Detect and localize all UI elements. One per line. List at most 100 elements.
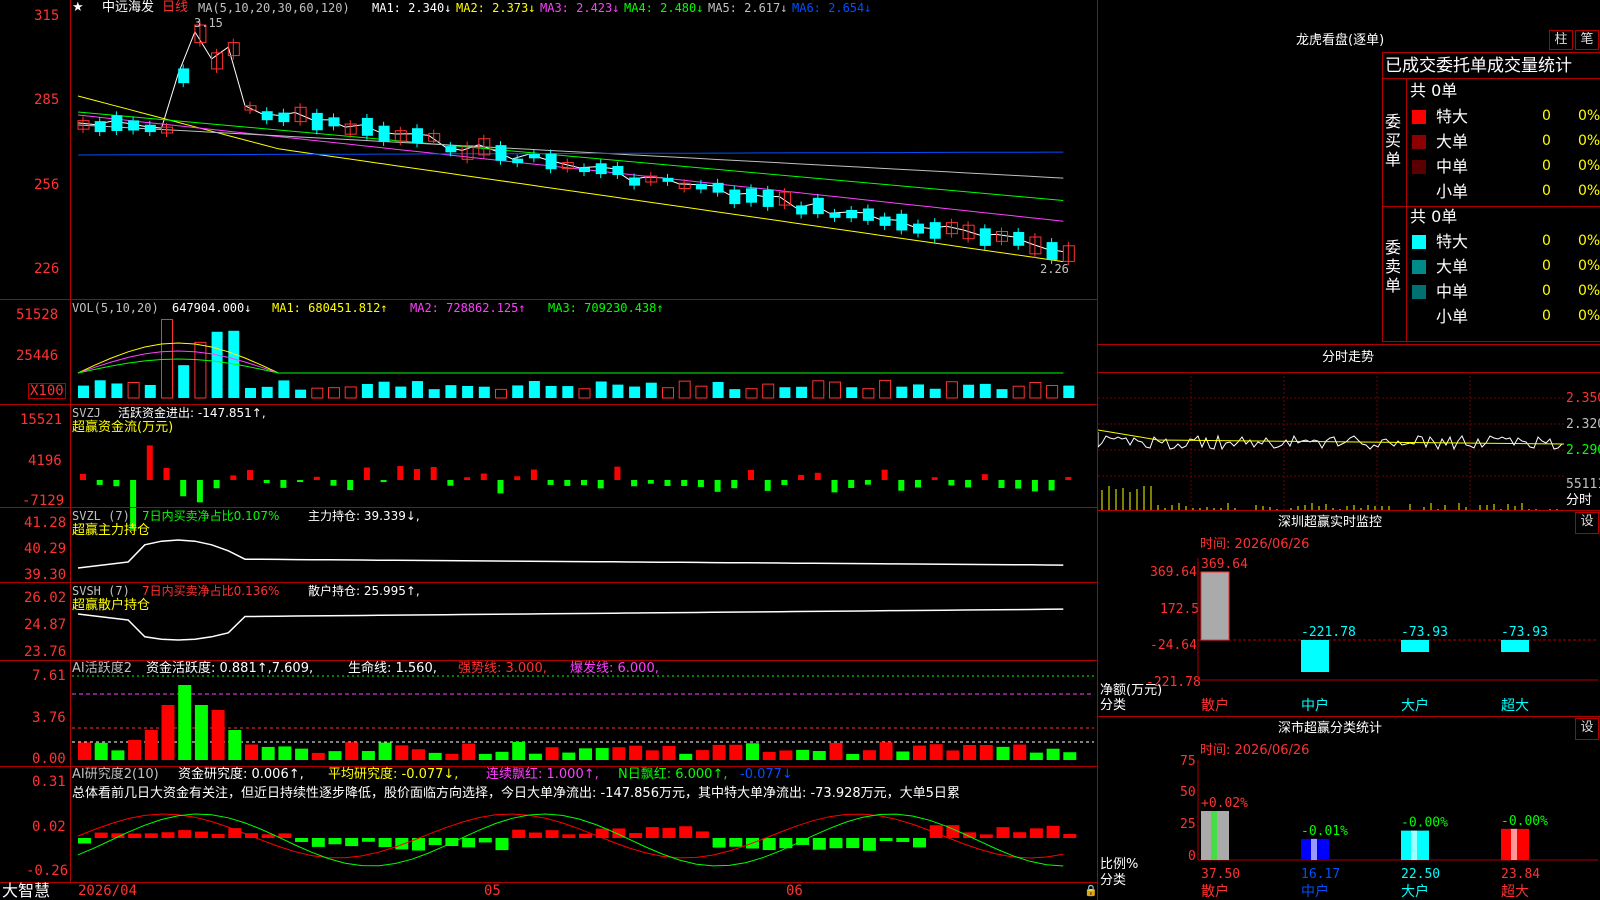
y-tick: 26.02	[24, 590, 67, 606]
monitor-bar-3	[1501, 640, 1529, 652]
buy-row-pct: 0%	[1578, 183, 1600, 199]
ma-line-2	[77, 95, 1064, 263]
activity-bar	[595, 748, 609, 760]
volume-bar	[846, 387, 858, 398]
bar-mode-button[interactable]: 柱	[1549, 30, 1573, 50]
ai-active-title: AI活跃度2	[72, 661, 132, 676]
realtime-net-chart[interactable]: 369.64 散户 -221.78 中户 -73.93 大户 -73.93 超大	[1098, 534, 1600, 716]
activity-bar	[144, 730, 158, 760]
sell-row-pct: 0%	[1578, 308, 1600, 324]
research-bar	[879, 838, 893, 842]
monitor-bar-0	[1200, 571, 1230, 641]
research-bar	[278, 833, 292, 838]
activity-bar	[979, 745, 993, 760]
buy-color-swatch	[1412, 110, 1426, 124]
intraday-title[interactable]: 分时走势	[1322, 351, 1374, 365]
volume-bar	[662, 387, 674, 399]
intraday-chart[interactable]	[1098, 372, 1564, 510]
volume-bar	[245, 387, 256, 398]
order-table-line	[1382, 78, 1600, 79]
activity-bar	[929, 744, 943, 760]
volume-bar	[678, 380, 691, 399]
money-flow-bar	[146, 445, 153, 480]
buy-row-count: 0	[1542, 133, 1551, 149]
sell-row-count: 0	[1542, 308, 1551, 324]
activity-bar	[846, 753, 860, 760]
ai-active-value: 资金活跃度: 0.881↑,7.609,	[146, 661, 314, 676]
research-bar	[829, 838, 843, 849]
money-flow-bar	[180, 480, 187, 497]
candle-down	[512, 158, 524, 164]
money-flow-bar	[998, 480, 1005, 488]
ma-line-4	[77, 111, 1064, 201]
classify-category: 大户	[1401, 883, 1429, 900]
period-label[interactable]: 日线	[162, 1, 188, 15]
y-tick: 0.02	[32, 819, 66, 835]
activity-bar	[428, 752, 442, 760]
stock-chart-canvas[interactable]	[0, 0, 1098, 900]
activity-bar	[712, 744, 726, 760]
money-flow-bar	[564, 480, 571, 486]
research-bar	[128, 833, 142, 838]
sell-row-count: 0	[1542, 258, 1551, 274]
money-flow-bar	[798, 474, 805, 480]
ma3-value: MA3: 2.423↓	[540, 1, 620, 15]
activity-bar	[762, 751, 776, 760]
research-bar	[495, 838, 509, 851]
vol-ma-line-3	[77, 358, 1064, 374]
buy-row-count: 0	[1542, 108, 1551, 124]
volume-bar	[94, 380, 106, 398]
ma-line-1	[77, 30, 1064, 253]
activity-bar	[1013, 744, 1027, 760]
sell-row-count: 0	[1542, 233, 1551, 249]
activity-bar	[261, 746, 275, 760]
vol-value: 647904.000↓	[172, 301, 252, 315]
classify-settings-button[interactable]: 设	[1575, 718, 1599, 740]
ai-last-value: -0.077↓	[740, 767, 793, 782]
money-flow-bar	[915, 480, 921, 488]
buy-row-pct: 0%	[1578, 133, 1600, 149]
y-tick: 7.61	[32, 668, 66, 684]
volume-bar	[929, 388, 941, 398]
realtime-settings-button[interactable]: 设	[1575, 512, 1599, 534]
pen-mode-button[interactable]: 笔	[1575, 30, 1599, 50]
volume-bar	[344, 386, 357, 399]
candle-down	[862, 208, 874, 221]
classify-category: 散户	[1201, 883, 1229, 900]
money-flow-bar	[196, 480, 203, 503]
candle-down	[311, 112, 323, 131]
activity-bar	[128, 740, 142, 760]
svzj-sub: 超赢资金流(万元)	[72, 420, 174, 435]
money-flow-bar	[781, 480, 788, 486]
y-tick: 0.00	[32, 751, 66, 767]
activity-bar	[645, 750, 659, 760]
research-bar	[1046, 825, 1060, 838]
favorite-star-icon[interactable]: ★	[72, 1, 84, 15]
svzl-title: SVZL (7)	[72, 509, 130, 523]
buy-color-swatch	[1412, 160, 1426, 174]
activity-bar	[896, 751, 910, 760]
money-flow-bar	[480, 473, 487, 480]
ma1-value: MA1: 2.340↓	[372, 1, 452, 15]
sell-total: 共 0单	[1410, 207, 1458, 226]
intraday-y-tick: 2.290	[1566, 443, 1600, 458]
classify-value: 16.17	[1301, 867, 1340, 882]
y-tick: 4196	[28, 453, 62, 469]
candle-down	[94, 121, 106, 133]
y-tick: 226	[34, 261, 60, 277]
volume-bar	[796, 386, 808, 398]
realtime-monitor-title: 深圳超赢实时监控	[1278, 515, 1383, 530]
candle-down	[762, 189, 774, 207]
monitor-category: 超大	[1501, 698, 1529, 714]
candle-down	[361, 117, 373, 136]
research-bar	[896, 838, 910, 842]
sell-row-label: 中单	[1436, 282, 1469, 301]
volume-bar	[578, 388, 591, 399]
sell-row-pct: 0%	[1578, 283, 1600, 299]
research-bar	[729, 838, 743, 847]
y-tick: 51528	[16, 307, 59, 323]
volume-bar	[645, 382, 657, 398]
classify-ratio-chart[interactable]: +0.02% 37.50散户 -0.01% 16.17中户 -0.00% 22.50大户 -…	[1098, 740, 1600, 900]
money-flow-bar	[631, 480, 638, 487]
lock-icon[interactable]: 🔒	[1084, 884, 1098, 898]
